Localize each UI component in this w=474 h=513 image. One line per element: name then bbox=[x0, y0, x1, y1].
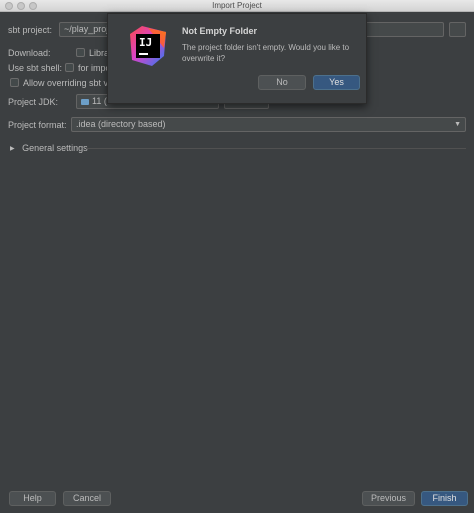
download-label: Download: bbox=[8, 48, 51, 58]
use-sbt-shell-option-label: for impo bbox=[78, 63, 111, 73]
general-settings-label: General settings bbox=[22, 143, 88, 153]
cancel-button[interactable]: Cancel bbox=[63, 491, 111, 506]
logo-text: IJ bbox=[139, 36, 153, 49]
window-title: Import Project bbox=[212, 1, 262, 10]
window-titlebar: Import Project bbox=[0, 0, 474, 12]
project-jdk-value: 11 ( bbox=[92, 96, 107, 106]
project-format-select[interactable]: .idea (directory based) ▼ bbox=[71, 117, 466, 132]
download-option-label: Libra bbox=[89, 48, 110, 58]
finish-button[interactable]: Finish bbox=[421, 491, 468, 506]
project-format-label: Project format: bbox=[8, 120, 67, 130]
previous-button[interactable]: Previous bbox=[362, 491, 415, 506]
chevron-down-icon: ▼ bbox=[454, 121, 461, 128]
no-button[interactable]: No bbox=[258, 75, 306, 90]
general-settings-divider bbox=[86, 148, 466, 149]
use-sbt-shell-checkbox[interactable] bbox=[65, 63, 74, 72]
help-button[interactable]: Help bbox=[9, 491, 56, 506]
allow-overriding-checkbox[interactable] bbox=[10, 78, 19, 87]
not-empty-folder-dialog: IJ Not Empty Folder The project folder i… bbox=[107, 13, 367, 104]
download-library-sources-checkbox[interactable] bbox=[76, 48, 85, 57]
project-format-value: .idea (directory based) bbox=[76, 119, 166, 129]
use-sbt-shell-label: Use sbt shell: bbox=[8, 63, 63, 73]
sbt-project-label: sbt project: bbox=[8, 25, 53, 35]
dialog-message: The project folder isn't empty. Would yo… bbox=[182, 43, 350, 63]
dialog-title: Not Empty Folder bbox=[182, 26, 258, 36]
project-jdk-label: Project JDK: bbox=[8, 97, 59, 107]
allow-overriding-label: Allow overriding sbt v bbox=[23, 78, 109, 88]
general-settings-toggle[interactable]: ▶ General settings bbox=[10, 143, 88, 153]
jdk-folder-icon bbox=[81, 98, 89, 105]
browse-folder-button[interactable] bbox=[449, 22, 466, 37]
disclosure-triangle-icon: ▶ bbox=[10, 146, 15, 152]
yes-button[interactable]: Yes bbox=[313, 75, 360, 90]
